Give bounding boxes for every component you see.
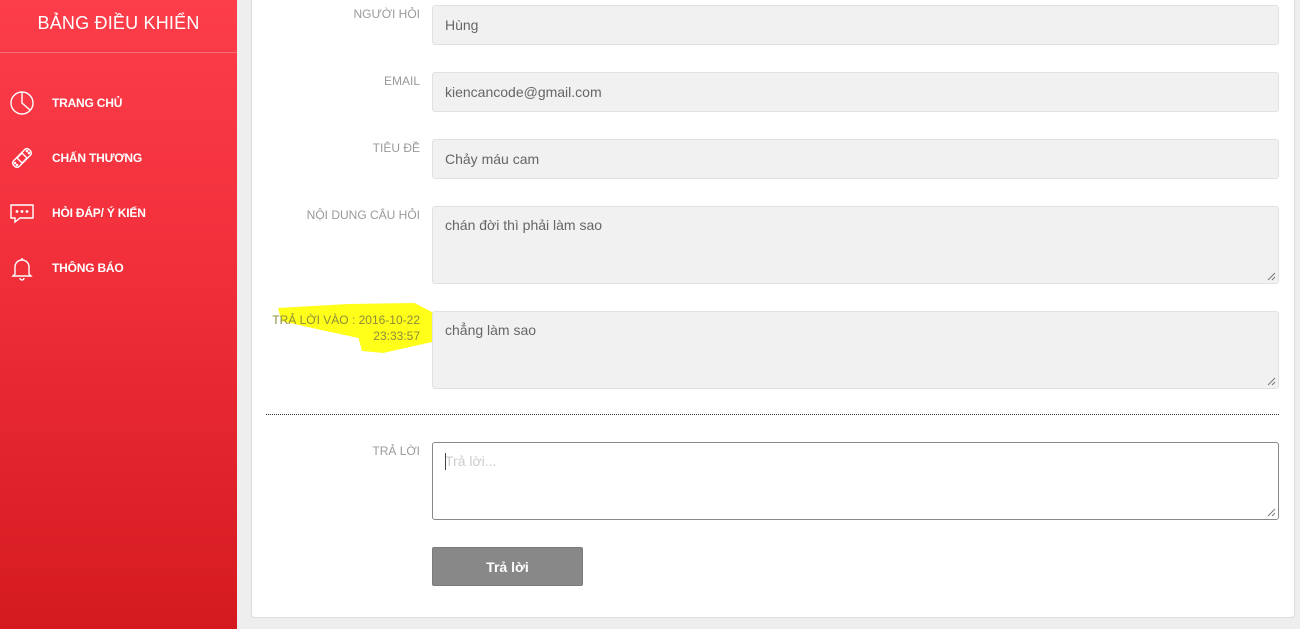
asker-label: NGƯỜI HỎI: [353, 7, 420, 21]
subject-value: Chảy máu cam: [445, 151, 540, 167]
answer-value: chẳng làm sao: [445, 322, 537, 338]
submit-reply-button[interactable]: Trả lời: [432, 547, 583, 586]
asker-value: Hùng: [445, 17, 479, 33]
divider: [266, 414, 1279, 415]
question-label: NỘI DUNG CÂU HỎI: [306, 208, 420, 222]
answer-textarea: chẳng làm sao: [432, 311, 1279, 389]
sidebar-item-thong-bao[interactable]: THÔNG BÁO: [0, 240, 237, 295]
resize-grip-icon[interactable]: [1267, 272, 1276, 281]
reply-textarea[interactable]: Trả lời...: [432, 442, 1279, 520]
resize-grip-icon[interactable]: [1267, 377, 1276, 386]
reply-label: TRẢ LỜI: [372, 444, 420, 458]
sidebar-title: BẢNG ĐIỀU KHIỂN: [0, 0, 237, 53]
sidebar-item-label: THÔNG BÁO: [52, 260, 124, 275]
answered-at-date: TRẢ LỜI VÀO : 2016-10-22: [272, 313, 420, 327]
bell-icon: [9, 255, 35, 281]
asker-field: Hùng: [432, 5, 1279, 45]
sidebar-item-label: TRANG CHỦ: [52, 95, 123, 110]
sidebar-item-label: CHẤN THƯƠNG: [52, 150, 142, 165]
reply-placeholder: Trả lời...: [445, 453, 497, 469]
sidebar: BẢNG ĐIỀU KHIỂN TRANG CHỦ CHẤN THƯƠNG HỎ…: [0, 0, 237, 629]
sidebar-item-hoi-dap[interactable]: HỎI ĐÁP/ Ý KIẾN: [0, 185, 237, 240]
email-value: kiencancode@gmail.com: [445, 84, 602, 100]
subject-field: Chảy máu cam: [432, 139, 1279, 179]
email-label: EMAIL: [383, 74, 420, 88]
subject-label: TIÊU ĐỀ: [372, 141, 420, 155]
text-cursor: [445, 453, 446, 470]
sidebar-item-label: HỎI ĐÁP/ Ý KIẾN: [52, 205, 146, 220]
bandage-icon: [9, 145, 35, 171]
answered-at-time: 23:33:57: [373, 329, 420, 343]
question-value: chán đời thì phải làm sao: [445, 217, 603, 233]
resize-grip-icon[interactable]: [1267, 508, 1276, 517]
answered-at-label: TRẢ LỜI VÀO : 2016-10-22 23:33:57: [268, 312, 420, 344]
pie-chart-icon: [9, 90, 35, 116]
email-field: kiencancode@gmail.com: [432, 72, 1279, 112]
sidebar-item-chan-thuong[interactable]: CHẤN THƯƠNG: [0, 130, 237, 185]
sidebar-item-trang-chu[interactable]: TRANG CHỦ: [0, 75, 237, 130]
question-textarea: chán đời thì phải làm sao: [432, 206, 1279, 284]
chat-bubble-icon: [9, 200, 35, 226]
sidebar-nav: TRANG CHỦ CHẤN THƯƠNG HỎI ĐÁP/ Ý KIẾN TH…: [0, 75, 237, 295]
